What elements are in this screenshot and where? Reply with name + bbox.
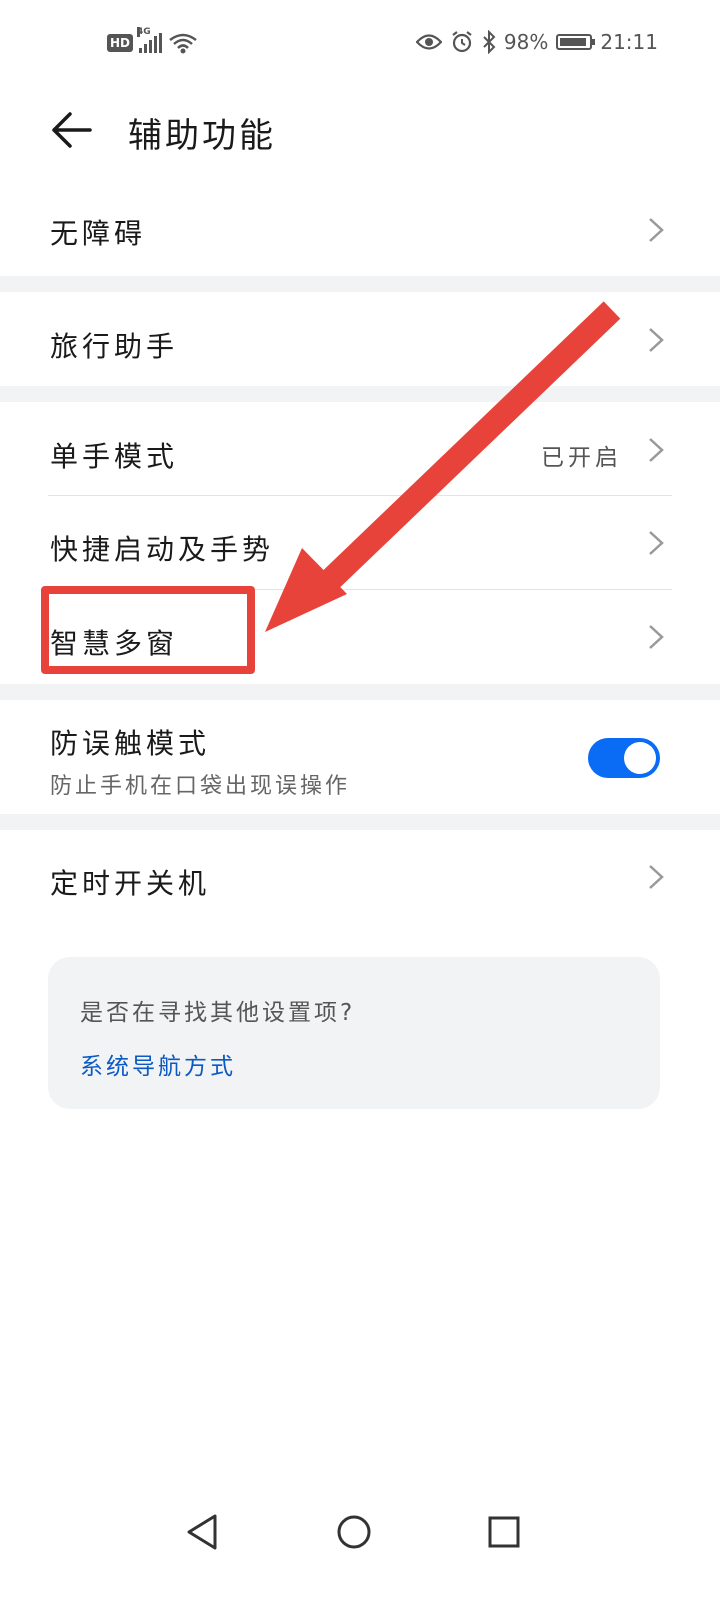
circle-home-icon[interactable] <box>332 1510 376 1554</box>
clock: 21:11 <box>600 30 658 54</box>
square-recent-icon[interactable] <box>482 1510 526 1554</box>
item-label: 快捷启动及手势 <box>50 533 275 566</box>
battery-percent: 98% <box>503 30 549 54</box>
arrow-left-icon[interactable] <box>48 108 96 152</box>
group-separator <box>0 684 720 700</box>
chevron-right-icon <box>649 625 664 649</box>
chevron-right-icon <box>649 531 664 555</box>
suggestion-card: 是否在寻找其他设置项? 系统导航方式 <box>48 957 660 1109</box>
settings-item-pocket-mode[interactable]: 防误触模式 防止手机在口袋出现误操作 <box>0 700 720 814</box>
chevron-right-icon <box>649 438 664 462</box>
app-bar: 辅助功能 <box>0 90 720 180</box>
item-label: 旅行助手 <box>50 330 179 363</box>
annotation-highlight-box <box>41 586 255 674</box>
chevron-right-icon <box>649 865 664 889</box>
group-separator <box>0 814 720 830</box>
group-separator <box>0 276 720 292</box>
item-label: 单手模式 <box>50 440 179 473</box>
settings-item-shortcuts-gestures[interactable]: 快捷启动及手势 <box>0 496 720 590</box>
network-type: 4G <box>137 27 151 37</box>
eye-comfort-icon <box>415 34 442 50</box>
status-bar: HD 4G 98% 21:11 <box>0 0 720 90</box>
item-description: 防止手机在口袋出现误操作 <box>50 774 351 799</box>
settings-item-scheduled-power[interactable]: 定时开关机 <box>0 830 720 924</box>
status-left: HD 4G <box>107 27 198 54</box>
wifi-icon <box>169 33 197 54</box>
item-label: 防误触模式 <box>50 727 211 760</box>
cellular-signal-icon: 4G <box>137 27 163 53</box>
battery-icon <box>556 34 596 50</box>
chevron-right-icon <box>649 218 664 242</box>
settings-item-travel-assistant[interactable]: 旅行助手 <box>0 292 720 386</box>
group-separator <box>0 386 720 402</box>
item-label: 无障碍 <box>50 217 147 250</box>
hd-badge: HD <box>107 34 134 52</box>
item-status: 已开启 <box>541 445 622 471</box>
pocket-mode-toggle[interactable] <box>588 738 660 778</box>
triangle-back-icon[interactable] <box>181 1510 225 1554</box>
bluetooth-icon <box>483 30 496 54</box>
chevron-right-icon <box>649 328 664 352</box>
system-nav-bar <box>0 1470 720 1600</box>
toggle-knob <box>624 742 656 774</box>
status-right: 98% 21:11 <box>415 30 658 54</box>
suggestion-question: 是否在寻找其他设置项? <box>80 1000 356 1026</box>
navigation-mode-link[interactable]: 系统导航方式 <box>80 1047 236 1081</box>
alarm-icon <box>452 31 472 53</box>
item-label: 定时开关机 <box>50 867 211 900</box>
settings-item-one-hand-mode[interactable]: 单手模式 已开启 <box>0 402 720 496</box>
settings-item-accessibility[interactable]: 无障碍 <box>0 185 720 275</box>
page-title: 辅助功能 <box>128 116 276 156</box>
